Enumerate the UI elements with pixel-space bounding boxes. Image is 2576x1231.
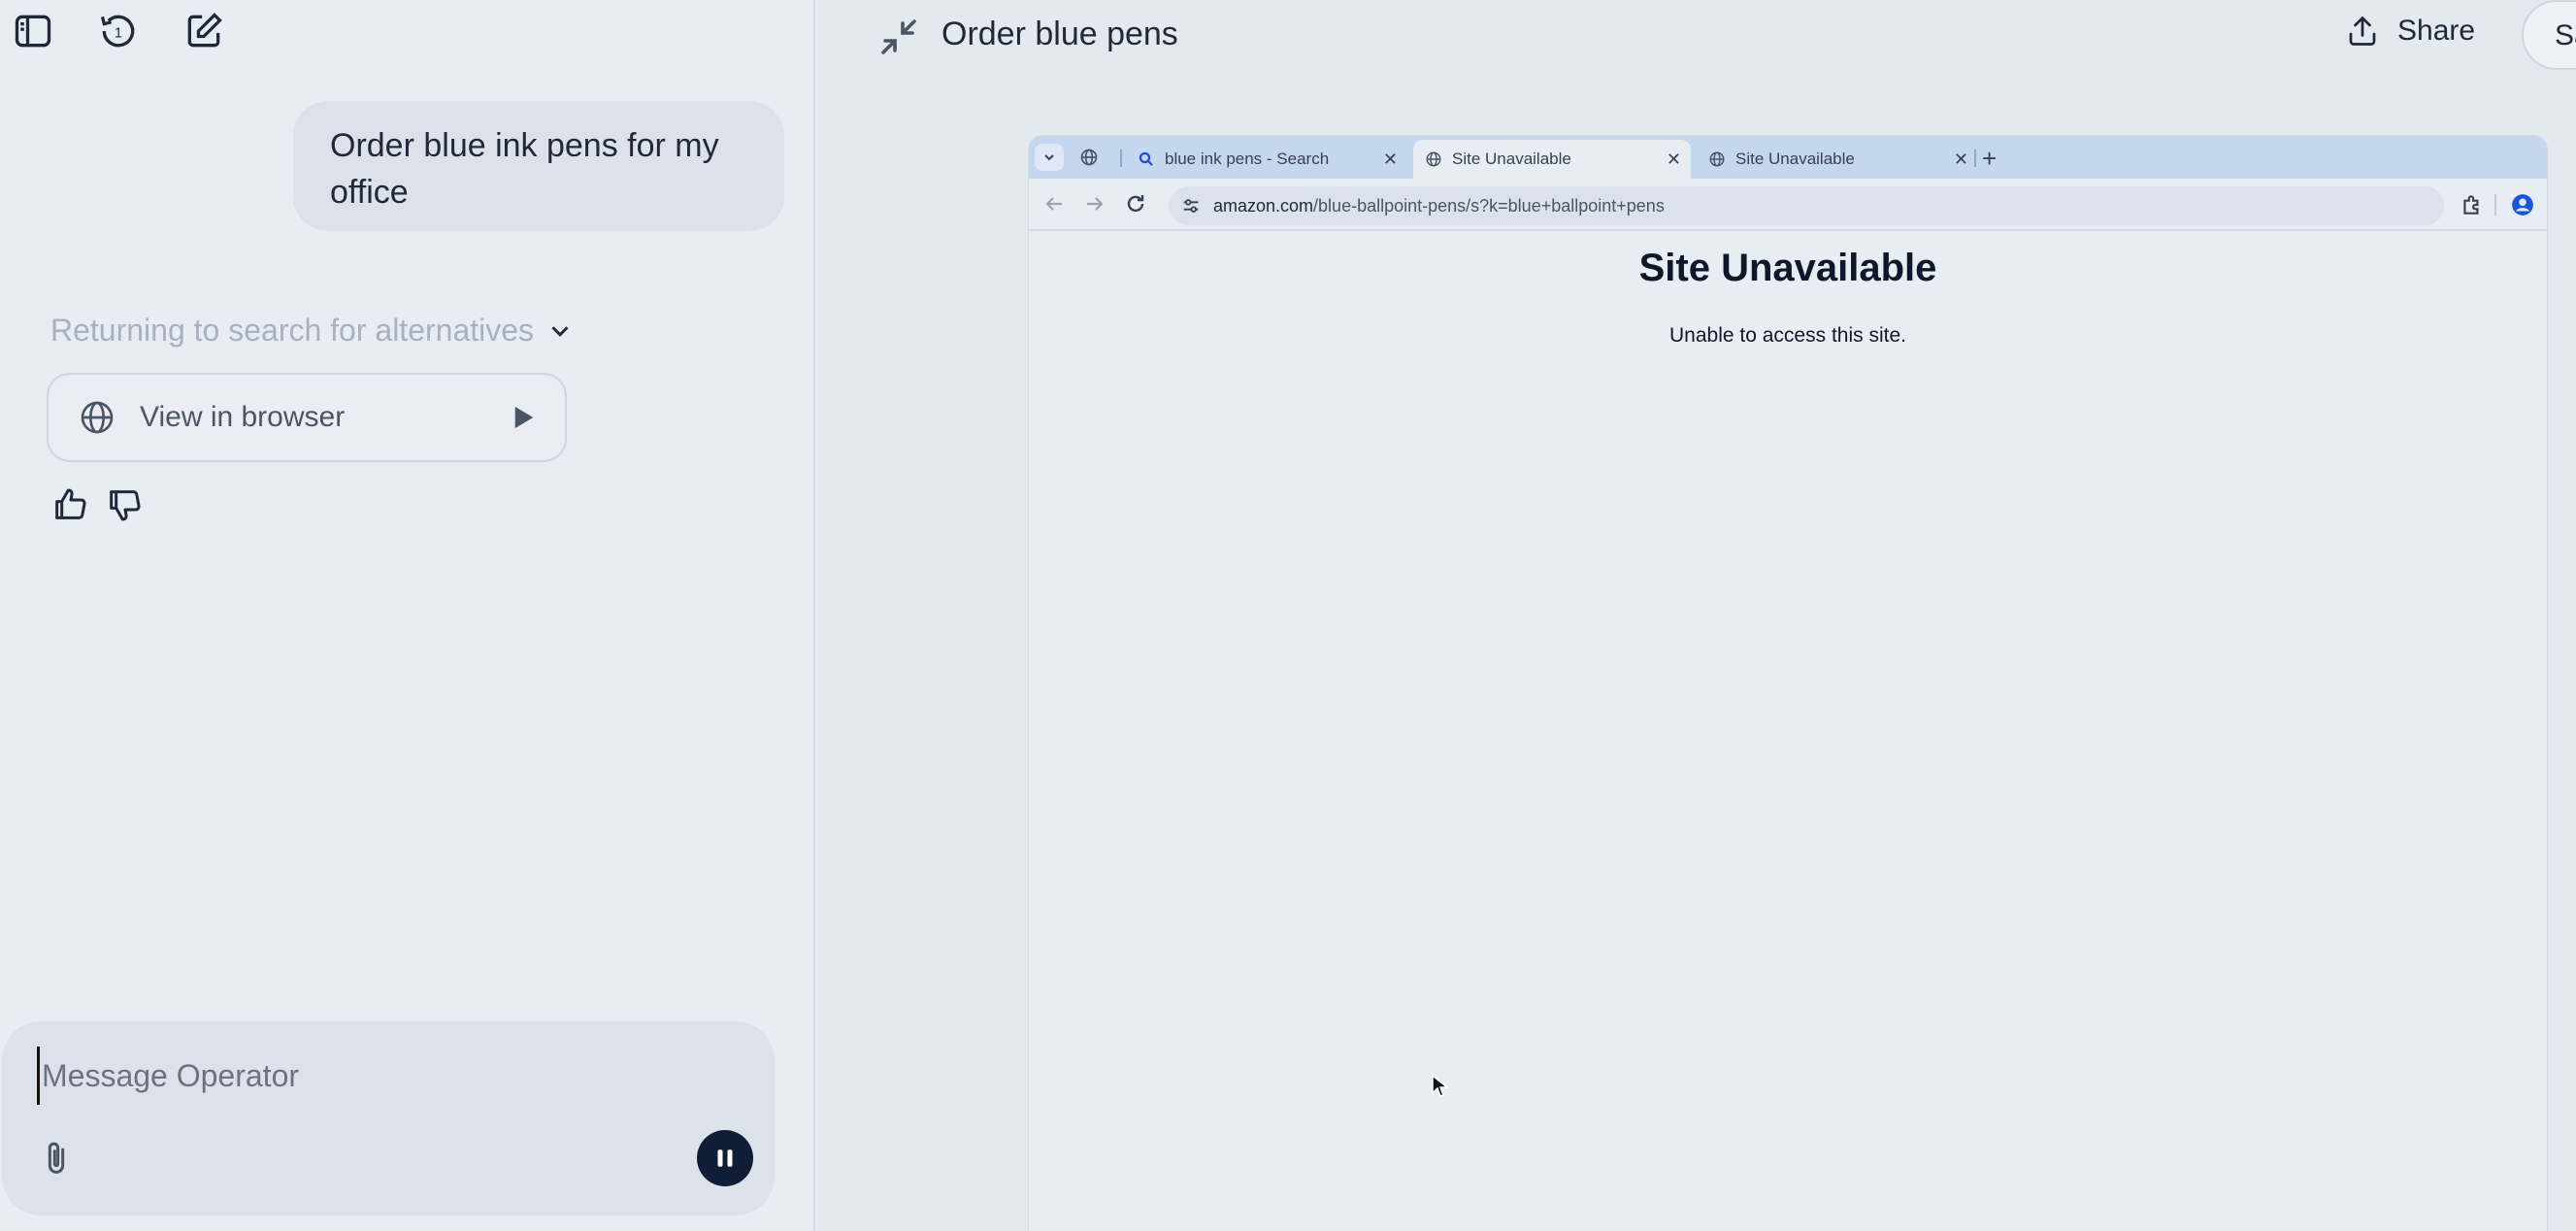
back-arrow-icon[interactable]	[1042, 192, 1066, 216]
paperclip-icon[interactable]	[37, 1136, 76, 1182]
chat-panel: 1 Order blue ink pens for my office Retu…	[0, 0, 815, 1231]
sidebar-toggle-button[interactable]	[8, 6, 58, 56]
browser-tab-1-title: blue ink pens - Search	[1165, 150, 1330, 168]
task-title: Order blue pens	[941, 16, 1178, 52]
play-icon	[514, 406, 534, 429]
thumbs-down-button[interactable]	[105, 485, 144, 524]
agent-status-text: Returning to search for alternatives	[50, 313, 535, 348]
tab-separator	[1120, 150, 1122, 167]
pause-button[interactable]	[697, 1130, 753, 1186]
address-bar[interactable]: amazon.com/blue-ballpoint-pens/s?k=blue+…	[1169, 186, 2444, 225]
site-settings-icon[interactable]	[1180, 195, 1202, 216]
reload-icon[interactable]	[1124, 192, 1147, 216]
extensions-icon[interactable]	[2460, 192, 2485, 217]
pause-icon	[717, 1149, 733, 1167]
collapse-icon[interactable]	[875, 14, 922, 60]
user-message: Order blue ink pens for my office	[293, 101, 784, 231]
chevron-down-icon	[551, 325, 569, 337]
browser-tab-2[interactable]: Site Unavailable ✕	[1413, 140, 1691, 179]
share-icon	[2349, 16, 2376, 46]
globe-icon	[81, 401, 114, 434]
chevron-down-icon	[1044, 154, 1054, 161]
tab-separator	[1974, 150, 1976, 167]
browser-tab-3[interactable]: Site Unavailable ✕	[1697, 140, 1978, 179]
mouse-cursor-icon	[1432, 1074, 1450, 1097]
message-composer	[2, 1021, 775, 1215]
history-button[interactable]: 1	[93, 6, 144, 56]
browser-tab-3-title: Site Unavailable	[1735, 150, 1855, 168]
new-chat-icon	[187, 13, 222, 48]
profile-avatar-icon[interactable]	[2510, 192, 2535, 217]
thumbs-down-icon	[110, 490, 141, 521]
sidebar-toggle-icon	[15, 15, 51, 48]
pinned-tab-globe-icon[interactable]	[1079, 148, 1099, 167]
web-page-content: Site Unavailable Unable to access this s…	[1029, 231, 2547, 1231]
share-label: Share	[2397, 15, 2476, 47]
globe-icon	[1426, 151, 1441, 167]
toolbar-separator	[2494, 194, 2496, 216]
browser-tab-2-title: Site Unavailable	[1452, 150, 1571, 168]
globe-icon	[1709, 151, 1725, 167]
new-tab-button[interactable]: +	[1982, 144, 1997, 174]
thumbs-up-icon	[55, 488, 86, 519]
save-button[interactable]: Sa	[2522, 0, 2576, 70]
tab-search-dropdown[interactable]	[1035, 144, 1064, 171]
close-tab-icon[interactable]: ✕	[1667, 150, 1681, 170]
browser-tab-1[interactable]: blue ink pens - Search ✕	[1126, 140, 1407, 179]
search-icon	[1139, 151, 1153, 166]
browser-toolbar: amazon.com/blue-ballpoint-pens/s?k=blue+…	[1029, 179, 2547, 231]
agent-status[interactable]: Returning to search for alternatives	[50, 313, 575, 349]
history-icon: 1	[100, 15, 135, 48]
url-domain: amazon.com	[1213, 195, 1314, 216]
url-path: /blue-ballpoint-pens/s?k=blue+ballpoint+…	[1313, 195, 1665, 216]
page-message: Unable to access this site.	[1669, 324, 1906, 347]
view-in-browser-label: View in browser	[140, 401, 346, 433]
new-chat-button[interactable]	[179, 6, 229, 56]
message-input[interactable]	[37, 1047, 716, 1105]
svg-text:1: 1	[115, 25, 122, 41]
page-heading: Site Unavailable	[1638, 247, 1937, 289]
forward-arrow-icon[interactable]	[1083, 192, 1106, 216]
close-tab-icon[interactable]: ✕	[1383, 150, 1398, 170]
view-in-browser-button[interactable]: View in browser	[47, 373, 567, 462]
close-tab-icon[interactable]: ✕	[1954, 150, 1968, 170]
thumbs-up-button[interactable]	[50, 485, 89, 524]
browser-window: blue ink pens - Search ✕ Site Unavailabl…	[1029, 136, 2547, 1231]
share-button[interactable]: Share	[2345, 14, 2475, 49]
tab-bar: blue ink pens - Search ✕ Site Unavailabl…	[1029, 136, 2547, 179]
